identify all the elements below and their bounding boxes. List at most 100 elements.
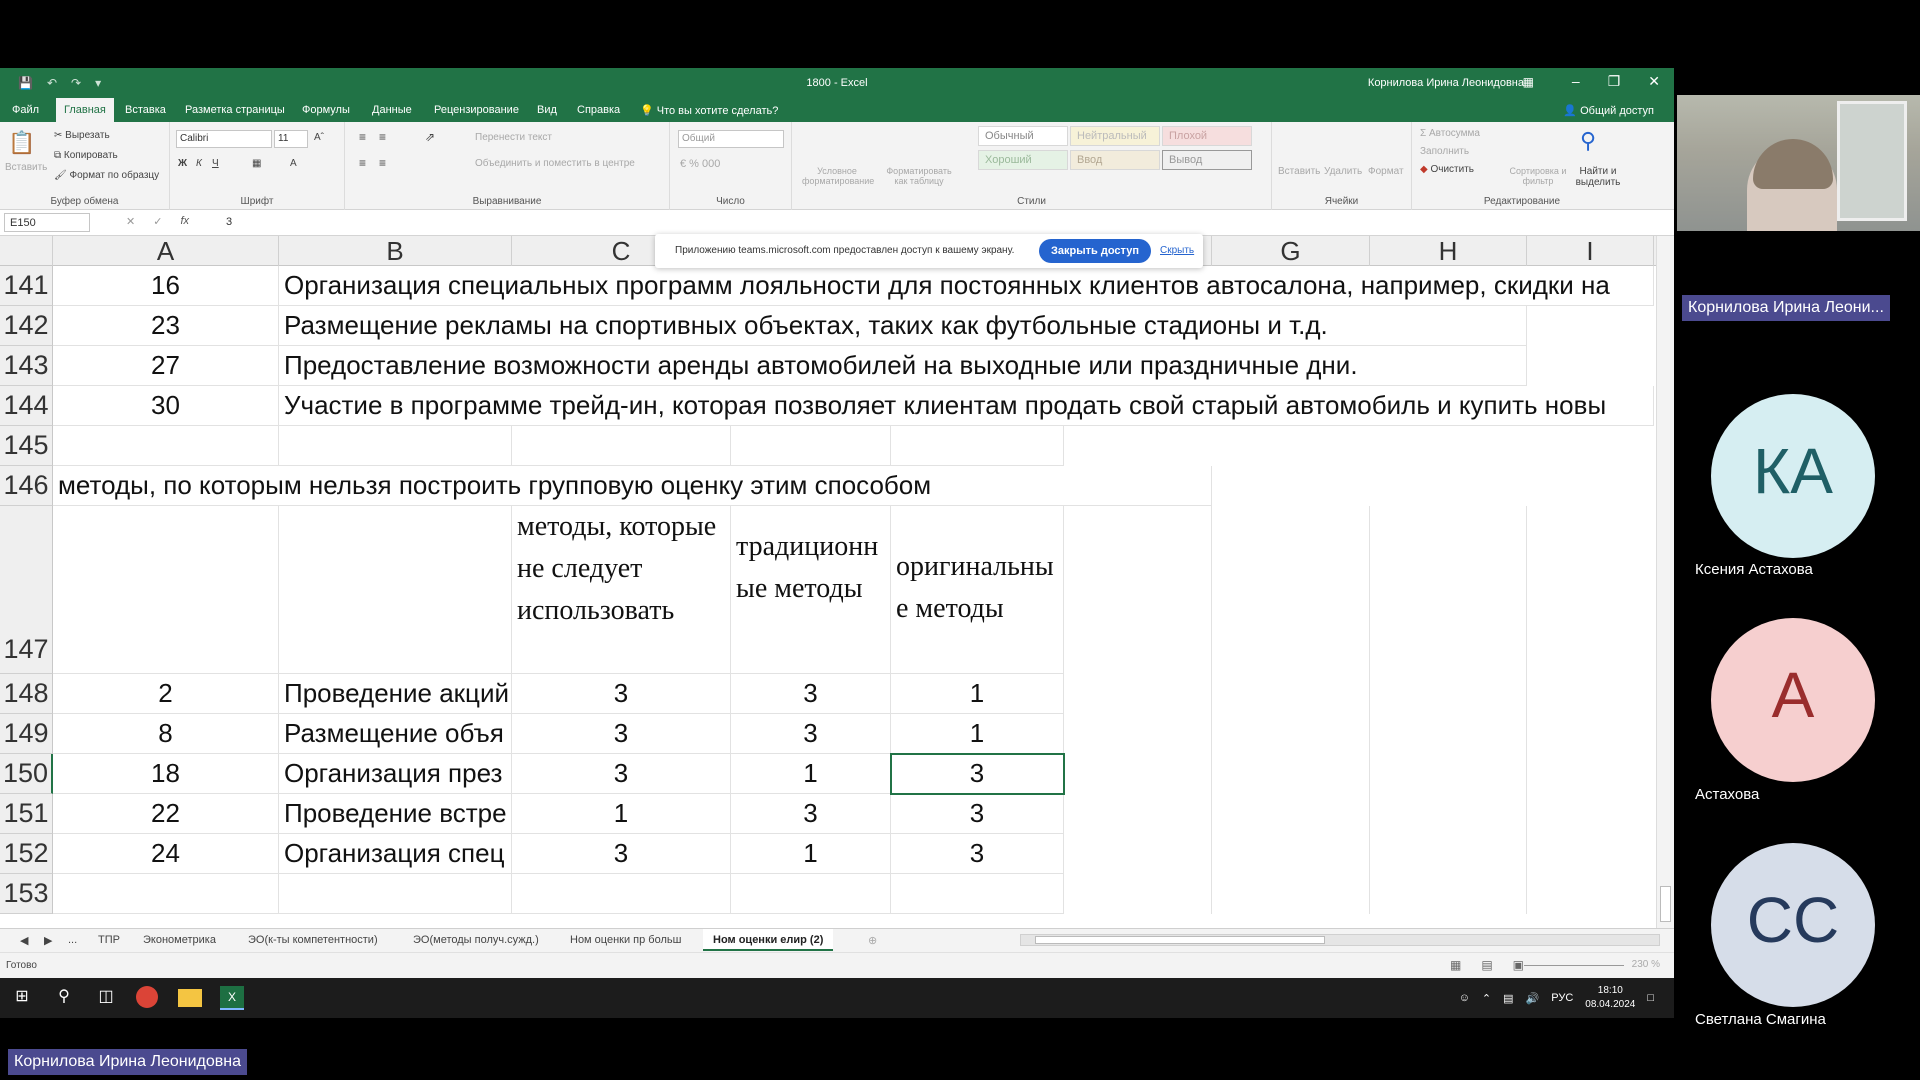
cell-b148[interactable]: Проведение акций (279, 674, 512, 714)
next-sheet-icon[interactable]: ▶ (44, 934, 52, 947)
cell-b153[interactable] (279, 874, 512, 914)
participant-avatar[interactable]: КА (1711, 394, 1875, 558)
cell-b151[interactable]: Проведение встре (279, 794, 512, 834)
normal-view-icon[interactable]: ▦ (1450, 958, 1461, 972)
tab-home[interactable]: Главная (56, 98, 114, 122)
tab-page-layout[interactable]: Разметка страницы (185, 104, 285, 116)
participant-avatar[interactable]: СС (1711, 843, 1875, 1007)
cell-d152[interactable]: 1 (731, 834, 891, 874)
paste-icon[interactable]: 📋 (8, 130, 35, 156)
cell-c149[interactable]: 3 (512, 714, 731, 754)
notifications-icon[interactable]: □ (1647, 992, 1654, 1004)
zoom-slider[interactable] (1524, 965, 1624, 966)
tab-formulas[interactable]: Формулы (302, 104, 350, 116)
style-good[interactable]: Хороший (978, 150, 1068, 170)
row-header[interactable]: 145 (0, 426, 53, 466)
cancel-icon[interactable]: ✕ (126, 215, 135, 228)
find-select-button[interactable]: Найти и выделить (1568, 166, 1628, 188)
row-header[interactable]: 142 (0, 306, 53, 346)
style-normal[interactable]: Обычный (978, 126, 1068, 146)
task-view-icon[interactable]: ◫ (94, 986, 118, 1010)
tab-file[interactable]: Файл (12, 104, 39, 116)
cell-a141[interactable]: 16 (53, 266, 279, 306)
cell-a142[interactable]: 23 (53, 306, 279, 346)
cell-a147[interactable] (53, 506, 279, 674)
restore-icon[interactable]: ❐ (1608, 73, 1621, 90)
vertical-scrollbar[interactable] (1656, 236, 1674, 928)
language-indicator[interactable]: РУС (1551, 992, 1573, 1004)
cell-b150[interactable]: Организация през (279, 754, 512, 794)
orientation-icon[interactable]: ⇗ (425, 130, 435, 144)
cell-a149[interactable]: 8 (53, 714, 279, 754)
sort-filter-button[interactable]: Сортировка и фильтр (1508, 166, 1568, 186)
delete-cells-button[interactable]: Удалить (1324, 166, 1362, 177)
copy-button[interactable]: ⧉ Копировать (54, 150, 118, 161)
sheet-tab-more[interactable]: ... (68, 934, 77, 946)
cell-c152[interactable]: 3 (512, 834, 731, 874)
cell-b149[interactable]: Размещение объя (279, 714, 512, 754)
formula-input[interactable]: 3 (218, 213, 1658, 232)
ribbon-display-options-icon[interactable]: ▦ (1523, 75, 1534, 89)
cell-a152[interactable]: 24 (53, 834, 279, 874)
cell-d149[interactable]: 3 (731, 714, 891, 754)
cell-c151[interactable]: 1 (512, 794, 731, 834)
percent-icon[interactable]: € % 000 (680, 158, 720, 170)
cell-g-range[interactable] (1212, 506, 1370, 914)
person-icon[interactable]: ☺ (1459, 992, 1470, 1004)
volume-icon[interactable]: 🔊 (1526, 992, 1540, 1005)
stop-sharing-button[interactable]: Закрыть доступ (1039, 239, 1151, 263)
sheet-tab-eo-competence[interactable]: ЭО(к-ты компетентности) (248, 934, 378, 946)
network-icon[interactable]: ▤ (1503, 992, 1513, 1005)
cell-a143[interactable]: 27 (53, 346, 279, 386)
cell-e152[interactable]: 3 (891, 834, 1064, 874)
name-box[interactable]: E150 (4, 213, 90, 232)
cell-a153[interactable] (53, 874, 279, 914)
account-name[interactable]: Корнилова Ирина Леонидовна (1368, 77, 1524, 89)
share-button[interactable]: 👤 Общий доступ (1563, 104, 1654, 117)
column-header-a[interactable]: A (53, 236, 279, 266)
align-middle-icon[interactable]: ≡ (379, 130, 386, 144)
cell-c153[interactable] (512, 874, 731, 914)
tab-data[interactable]: Данные (372, 104, 412, 116)
row-header[interactable]: 149 (0, 714, 53, 754)
cell-a148[interactable]: 2 (53, 674, 279, 714)
cell-c148[interactable]: 3 (512, 674, 731, 714)
tab-help[interactable]: Справка (577, 104, 620, 116)
cell-b141[interactable]: Организация специальных программ лояльно… (279, 266, 1654, 306)
column-header-h[interactable]: H (1370, 236, 1527, 266)
windows-start-icon[interactable]: ⊞ (10, 986, 34, 1010)
borders-icon[interactable]: ▦ (252, 158, 261, 169)
style-bad[interactable]: Плохой (1162, 126, 1252, 146)
cell-b145[interactable] (279, 426, 512, 466)
function-icon[interactable]: fx (180, 215, 189, 228)
cell-d145[interactable] (731, 426, 891, 466)
bold-icon[interactable]: Ж (178, 158, 187, 169)
cell-a150[interactable]: 18 (53, 754, 279, 794)
check-icon[interactable]: ✓ (153, 215, 162, 228)
selected-cell-e150[interactable] (890, 753, 1065, 795)
autosum-button[interactable]: Σ Автосумма (1420, 128, 1480, 139)
align-center-icon[interactable]: ≡ (379, 156, 386, 170)
cell-h-range[interactable] (1370, 506, 1527, 914)
tab-review[interactable]: Рецензирование (434, 104, 519, 116)
cell-e147[interactable]: оригинальные методы (891, 506, 1064, 674)
cut-button[interactable]: ✂ Вырезать (54, 130, 110, 141)
underline-icon[interactable]: Ч (212, 158, 219, 169)
chrome-icon[interactable] (136, 986, 158, 1008)
chevron-up-icon[interactable]: ⌃ (1482, 992, 1491, 1005)
horizontal-scrollbar[interactable] (1020, 934, 1660, 946)
horizontal-scroll-thumb[interactable] (1035, 936, 1325, 944)
search-icon[interactable]: ⚲ (1580, 128, 1596, 154)
font-name-select[interactable]: Calibri (176, 130, 272, 148)
italic-icon[interactable]: К (196, 158, 202, 169)
cell-e145[interactable] (891, 426, 1064, 466)
row-header[interactable]: 143 (0, 346, 53, 386)
cell-b152[interactable]: Организация спец (279, 834, 512, 874)
page-layout-view-icon[interactable]: ▤ (1481, 958, 1492, 972)
cell-d148[interactable]: 3 (731, 674, 891, 714)
excel-taskbar-icon[interactable]: X (220, 986, 244, 1010)
zoom-level[interactable]: 230 % (1632, 959, 1660, 970)
row-header[interactable]: 147 (0, 506, 53, 674)
sheet-tab-tpr[interactable]: ТПР (98, 934, 120, 946)
row-header[interactable]: 150 (0, 754, 53, 794)
